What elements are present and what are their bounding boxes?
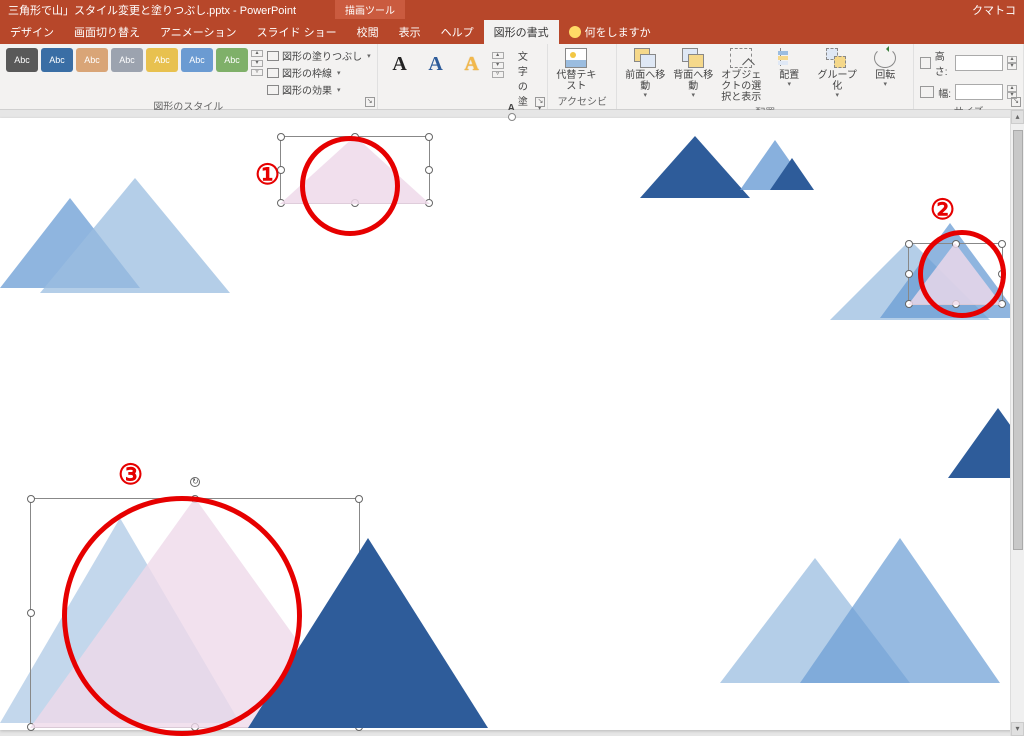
width-input[interactable] [955, 84, 1003, 100]
height-input[interactable] [955, 55, 1003, 71]
triangle-shape[interactable] [40, 178, 230, 293]
scroll-up-button[interactable]: ▴ [1011, 110, 1024, 124]
bring-forward-icon [634, 48, 656, 68]
tab-design[interactable]: デザイン [0, 20, 64, 44]
rotate-button[interactable]: 回転▾ [863, 46, 907, 89]
align-icon [778, 48, 800, 68]
ribbon-tabs: デザイン 画面切り替え アニメーション スライド ショー 校閲 表示 ヘルプ 図… [0, 20, 1024, 44]
gallery-expand[interactable]: ▿ [492, 71, 504, 78]
height-label: 高さ: [935, 48, 951, 78]
height-icon [920, 57, 931, 69]
lightbulb-icon [569, 26, 581, 38]
tab-slideshow[interactable]: スライド ショー [247, 20, 347, 44]
rotate-handle[interactable] [190, 477, 200, 487]
tell-me-search[interactable]: 何をしますか [559, 20, 661, 44]
tab-transitions[interactable]: 画面切り替え [64, 20, 150, 44]
scroll-thumb[interactable] [1013, 130, 1023, 550]
gallery-scroll-down[interactable]: ▾ [251, 60, 263, 67]
wordart-preset[interactable]: A [384, 48, 416, 80]
dialog-launcher-size[interactable]: ↘ [1011, 97, 1021, 107]
ribbon: Abc Abc Abc Abc Abc Abc Abc ▴ ▾ ▿ 図形の塗りつ… [0, 44, 1024, 110]
scroll-down-button[interactable]: ▾ [1011, 722, 1024, 736]
vertical-scrollbar[interactable]: ▴ ▾ [1010, 110, 1024, 736]
slide-handle-top[interactable] [508, 113, 516, 121]
shape-style-gallery[interactable]: Abc Abc Abc Abc Abc Abc Abc ▴ ▾ ▿ [6, 48, 263, 76]
shape-style-preset[interactable]: Abc [76, 48, 108, 72]
gallery-scroll-up[interactable]: ▴ [492, 52, 504, 59]
shape-style-preset[interactable]: Abc [41, 48, 73, 72]
width-label: 幅: [938, 85, 951, 100]
gallery-expand[interactable]: ▿ [251, 69, 263, 76]
shape-effects-button[interactable]: 図形の効果▾ [267, 82, 371, 97]
paint-bucket-icon [267, 51, 279, 61]
send-backward-icon [682, 48, 704, 68]
alt-text-icon [565, 48, 587, 68]
wordart-preset[interactable]: A [456, 48, 488, 80]
alt-text-button[interactable]: 代替テキスト [554, 46, 598, 92]
user-name[interactable]: クマトコ [972, 2, 1016, 18]
tab-review[interactable]: 校閲 [347, 20, 389, 44]
contextual-tab-label: 描画ツール [335, 0, 405, 19]
tell-me-label: 何をしますか [585, 24, 651, 40]
shape-style-preset[interactable]: Abc [111, 48, 143, 72]
tab-animations[interactable]: アニメーション [150, 20, 247, 44]
rotate-icon [874, 48, 896, 68]
gallery-scroll-up[interactable]: ▴ [251, 50, 263, 57]
bring-forward-button[interactable]: 前面へ移動▾ [623, 46, 667, 100]
shape-style-preset[interactable]: Abc [181, 48, 213, 72]
annotation-circle [62, 496, 302, 736]
workspace: ① ② ③ ▴ ▾ [0, 110, 1024, 736]
slide-canvas[interactable]: ① ② ③ [0, 118, 1024, 730]
send-backward-button[interactable]: 背面へ移動▾ [671, 46, 715, 100]
shape-fill-button[interactable]: 図形の塗りつぶし▾ [267, 48, 371, 63]
triangle-shape[interactable] [800, 538, 1000, 683]
tab-view[interactable]: 表示 [389, 20, 431, 44]
group-icon [826, 48, 848, 68]
annotation-circle [918, 230, 1006, 318]
dialog-launcher-shape-styles[interactable]: ↘ [365, 97, 375, 107]
height-spin-up[interactable]: ▴ [1007, 56, 1017, 63]
shape-outline-button[interactable]: 図形の枠線▾ [267, 65, 371, 80]
wordart-preset[interactable]: A [420, 48, 452, 80]
dialog-launcher-wordart[interactable]: ↘ [535, 97, 545, 107]
annotation-number-3: ③ [118, 458, 143, 491]
app-name: PowerPoint [240, 5, 296, 17]
document-title: 三角形で山」スタイル変更と塗りつぶし.pptx [8, 5, 230, 17]
shape-style-preset[interactable]: Abc [6, 48, 38, 72]
annotation-circle [300, 136, 400, 236]
selection-pane-button[interactable]: オブジェクトの選択と表示 [719, 46, 763, 103]
title-bar: 三角形で山」スタイル変更と塗りつぶし.pptx - PowerPoint クマト… [0, 0, 1024, 20]
tab-help[interactable]: ヘルプ [431, 20, 484, 44]
tab-shape-format[interactable]: 図形の書式 [484, 20, 559, 44]
height-spin-down[interactable]: ▾ [1007, 63, 1017, 70]
wordart-style-gallery[interactable]: A A A ▴ ▾ ▿ [384, 48, 504, 80]
shape-style-preset[interactable]: Abc [216, 48, 248, 72]
group-button[interactable]: グループ化▾ [815, 46, 859, 100]
width-icon [920, 86, 934, 98]
annotation-number-1: ① [255, 158, 280, 191]
width-spin-up[interactable]: ▴ [1007, 85, 1017, 92]
effects-icon [267, 85, 279, 95]
gallery-scroll-down[interactable]: ▾ [492, 62, 504, 69]
align-button[interactable]: 配置▾ [767, 46, 811, 89]
selection-pane-icon [730, 48, 752, 68]
shape-style-preset[interactable]: Abc [146, 48, 178, 72]
pen-outline-icon [267, 68, 279, 78]
triangle-shape[interactable] [770, 158, 814, 190]
triangle-shape[interactable] [640, 136, 750, 198]
annotation-number-2: ② [930, 193, 955, 226]
